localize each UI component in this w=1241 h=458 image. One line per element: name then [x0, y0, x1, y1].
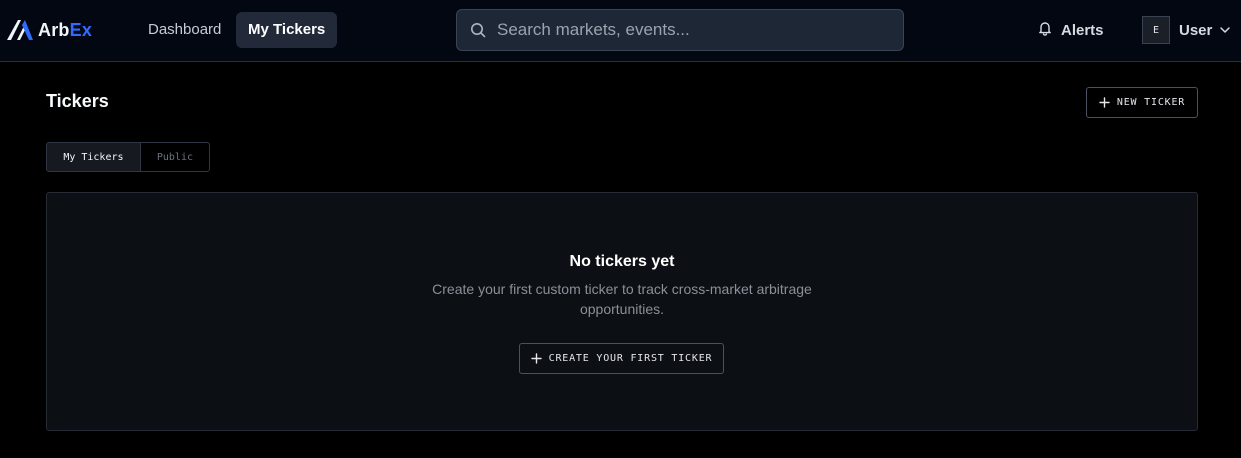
top-navigation-bar: ArbEx Dashboard My Tickers Alerts E User	[0, 0, 1241, 62]
search-input[interactable]	[497, 20, 903, 40]
app-name: ArbEx	[38, 19, 93, 40]
search-icon	[469, 21, 487, 39]
plus-icon	[530, 353, 542, 364]
nav-dashboard[interactable]: Dashboard	[136, 12, 233, 48]
avatar: E	[1142, 16, 1170, 44]
search-bar[interactable]	[456, 9, 904, 51]
app-logo[interactable]: ArbEx	[7, 17, 92, 43]
tab-public[interactable]: Public	[141, 143, 209, 171]
bell-icon	[1037, 20, 1053, 41]
alerts-label: Alerts	[1061, 21, 1104, 39]
nav-my-tickers[interactable]: My Tickers	[236, 12, 338, 48]
new-ticker-button[interactable]: NEW TICKER	[1086, 87, 1198, 118]
user-menu[interactable]: E User	[1142, 16, 1231, 44]
create-first-ticker-label: CREATE YOUR FIRST TICKER	[548, 353, 713, 364]
tab-my-tickers[interactable]: My Tickers	[47, 143, 141, 171]
empty-state-title: No tickers yet	[569, 253, 675, 270]
empty-state-panel: No tickers yet Create your first custom …	[46, 192, 1198, 431]
new-ticker-label: NEW TICKER	[1116, 97, 1186, 108]
page-title: Tickers	[46, 91, 109, 111]
empty-state-description: Create your first custom ticker to track…	[432, 281, 812, 317]
user-label: User	[1179, 21, 1213, 39]
ticker-scope-tabs: My Tickers Public	[46, 142, 210, 172]
chevron-down-icon	[1219, 24, 1231, 36]
arbex-logo-icon	[7, 20, 33, 40]
create-first-ticker-button[interactable]: CREATE YOUR FIRST TICKER	[519, 343, 724, 374]
plus-icon	[1099, 97, 1110, 108]
alerts-button[interactable]: Alerts	[1037, 20, 1104, 40]
